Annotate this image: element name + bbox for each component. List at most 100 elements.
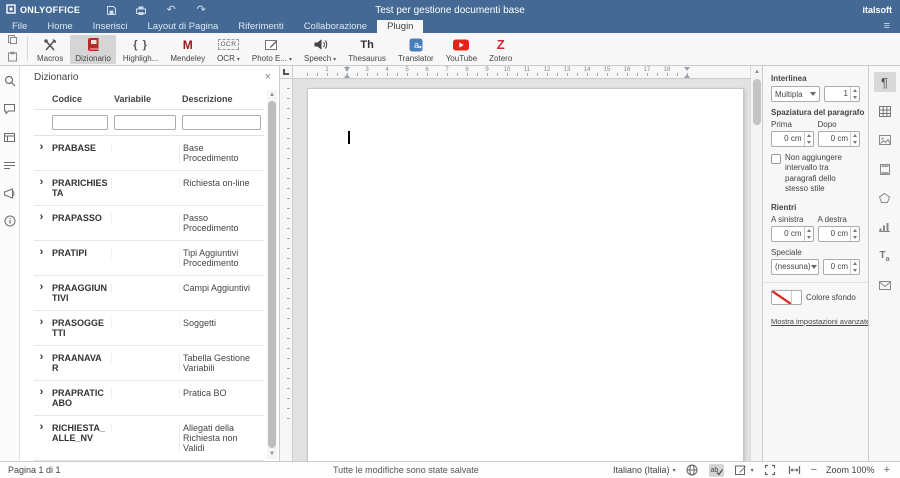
- filter-codice-input[interactable]: [52, 115, 108, 130]
- tab-file[interactable]: File: [2, 20, 37, 33]
- tab-riferimenti[interactable]: Riferimenti: [228, 20, 293, 33]
- navigation-icon[interactable]: [3, 130, 17, 144]
- expand-row-icon[interactable]: ›: [34, 178, 49, 187]
- line-spacing-amount-stepper[interactable]: 1: [824, 86, 860, 102]
- same-style-checkbox[interactable]: [771, 154, 781, 164]
- save-icon[interactable]: [104, 3, 118, 17]
- horizontal-ruler[interactable]: 123456789101112131415161718: [293, 66, 750, 79]
- plugin-button-translator[interactable]: aTranslator: [393, 35, 439, 64]
- chat-icon[interactable]: [3, 158, 17, 172]
- plugin-button-youtube[interactable]: YouTube: [441, 35, 482, 64]
- row-variable: [111, 143, 179, 153]
- plugin-button-ocr[interactable]: OCROCR▾: [212, 35, 245, 64]
- table-settings-icon[interactable]: [874, 101, 896, 121]
- track-changes-button[interactable]: ▾: [733, 464, 754, 477]
- table-row[interactable]: ›PRAPASSOPasso Procedimento: [34, 206, 264, 241]
- shape-settings-icon[interactable]: [874, 188, 896, 208]
- zoom-out-icon[interactable]: −: [811, 465, 817, 476]
- copy-icon[interactable]: [7, 34, 18, 48]
- spacing-after-stepper[interactable]: 0 cm: [818, 131, 861, 147]
- filter-descrizione-input[interactable]: [182, 115, 261, 130]
- plugin-button-photoe[interactable]: Photo E...▾: [247, 35, 297, 64]
- table-row[interactable]: ›PRAAGGIUNTIVICampi Aggiuntivi: [34, 276, 264, 311]
- indent-left-stepper[interactable]: 0 cm: [771, 226, 814, 242]
- scroll-up-icon[interactable]: ▲: [267, 90, 277, 100]
- table-row[interactable]: ›PRAANAVARTabella Gestione Variabili: [34, 346, 264, 381]
- document-area[interactable]: 123456789101112131415161718 ▲: [280, 66, 762, 461]
- mail-merge-icon[interactable]: [874, 275, 896, 295]
- fit-page-icon[interactable]: [763, 464, 778, 477]
- expand-row-icon[interactable]: ›: [34, 283, 49, 292]
- dictionary-table-scrollbar[interactable]: ▲ ▼: [267, 90, 277, 459]
- search-icon[interactable]: [3, 74, 17, 88]
- after-label: Dopo: [818, 120, 861, 129]
- table-row[interactable]: ›PRATIPITipi Aggiuntivi Procedimento: [34, 241, 264, 276]
- no-color-swatch-icon: [772, 291, 791, 304]
- table-row[interactable]: ›PRABASEBase Procedimento: [34, 136, 264, 171]
- plugin-button-macros[interactable]: Macros: [32, 35, 68, 64]
- plugin-button-mendeley[interactable]: MMendeley: [165, 35, 210, 64]
- scroll-up-icon[interactable]: ▲: [751, 66, 762, 78]
- plugin-button-highligh[interactable]: { }Highligh...: [118, 35, 164, 64]
- tab-home[interactable]: Home: [37, 20, 82, 33]
- background-color-picker[interactable]: [771, 290, 802, 305]
- line-spacing-select[interactable]: Multipla: [771, 86, 820, 102]
- special-indent-select[interactable]: (nessuna): [771, 259, 819, 275]
- document-scrollbar[interactable]: ▲: [750, 66, 762, 461]
- tab-collaborazione[interactable]: Collaborazione: [294, 20, 377, 33]
- filter-variabile-input[interactable]: [114, 115, 176, 130]
- expand-row-icon[interactable]: ›: [34, 248, 49, 257]
- page-indicator[interactable]: Pagina 1 di 1: [8, 465, 61, 475]
- document-page[interactable]: [307, 88, 744, 461]
- hamburger-icon[interactable]: ≡: [884, 20, 890, 33]
- headers-footers-icon[interactable]: [874, 159, 896, 179]
- scroll-down-icon[interactable]: ▼: [267, 449, 277, 459]
- spacing-before-stepper[interactable]: 0 cm: [771, 131, 814, 147]
- print-icon[interactable]: [134, 3, 148, 17]
- dictionary-icon: [86, 37, 101, 53]
- expand-row-icon[interactable]: ›: [34, 353, 49, 362]
- plugin-button-zotero[interactable]: ZZotero: [484, 35, 517, 64]
- expand-row-icon[interactable]: ›: [34, 213, 49, 222]
- fit-width-icon[interactable]: [787, 464, 802, 477]
- tab-inserisci[interactable]: Inserisci: [83, 20, 138, 33]
- globe-icon[interactable]: [685, 464, 700, 477]
- ruler-number: 12: [544, 67, 551, 73]
- paste-icon[interactable]: [7, 51, 18, 65]
- table-row[interactable]: ›PRASOGGETTISoggetti: [34, 311, 264, 346]
- chart-settings-icon[interactable]: [874, 217, 896, 237]
- vertical-ruler[interactable]: [280, 79, 293, 461]
- right-indent-marker[interactable]: [684, 67, 691, 78]
- about-icon[interactable]: [3, 214, 17, 228]
- expand-row-icon[interactable]: ›: [34, 143, 49, 152]
- undo-icon[interactable]: ↶: [164, 3, 178, 17]
- language-selector[interactable]: Italiano (Italia) ▾: [613, 465, 676, 475]
- scrollbar-thumb[interactable]: [268, 101, 276, 448]
- plugin-button-speech[interactable]: Speech▾: [299, 35, 341, 64]
- zoom-in-icon[interactable]: +: [884, 465, 890, 476]
- ruler-number: 3: [365, 67, 368, 73]
- plugin-button-dizionario[interactable]: Dizionario: [70, 35, 116, 64]
- table-row[interactable]: ›RICHIESTA_ALLE_NVAllegati della Richies…: [34, 416, 264, 461]
- expand-row-icon[interactable]: ›: [34, 388, 49, 397]
- expand-row-icon[interactable]: ›: [34, 318, 49, 327]
- special-amount-stepper[interactable]: 0 cm: [823, 259, 860, 275]
- image-settings-icon[interactable]: [874, 130, 896, 150]
- close-icon[interactable]: ×: [265, 72, 271, 83]
- tab-layout-di-pagina[interactable]: Layout di Pagina: [138, 20, 229, 33]
- advanced-settings-link[interactable]: Mostra impostazioni avanzate: [771, 317, 860, 326]
- textart-settings-icon[interactable]: Ta: [874, 246, 896, 266]
- table-row[interactable]: ›PRARICHIESTARichiesta on-line: [34, 171, 264, 206]
- tab-plugin[interactable]: Plugin: [377, 20, 423, 33]
- paragraph-settings-icon[interactable]: ¶: [874, 72, 896, 92]
- indent-right-stepper[interactable]: 0 cm: [818, 226, 861, 242]
- plugin-button-thesaurus[interactable]: ThThesaurus: [343, 35, 391, 64]
- scrollbar-thumb[interactable]: [753, 79, 761, 125]
- table-row[interactable]: ›PRAPRATICABOPratica BO: [34, 381, 264, 416]
- spell-checking-icon[interactable]: ab: [709, 464, 724, 477]
- redo-icon[interactable]: ↷: [194, 3, 208, 17]
- expand-row-icon[interactable]: ›: [34, 423, 49, 432]
- comments-icon[interactable]: [3, 102, 17, 116]
- tab-stop-selector[interactable]: [280, 66, 293, 79]
- feedback-icon[interactable]: [3, 186, 17, 200]
